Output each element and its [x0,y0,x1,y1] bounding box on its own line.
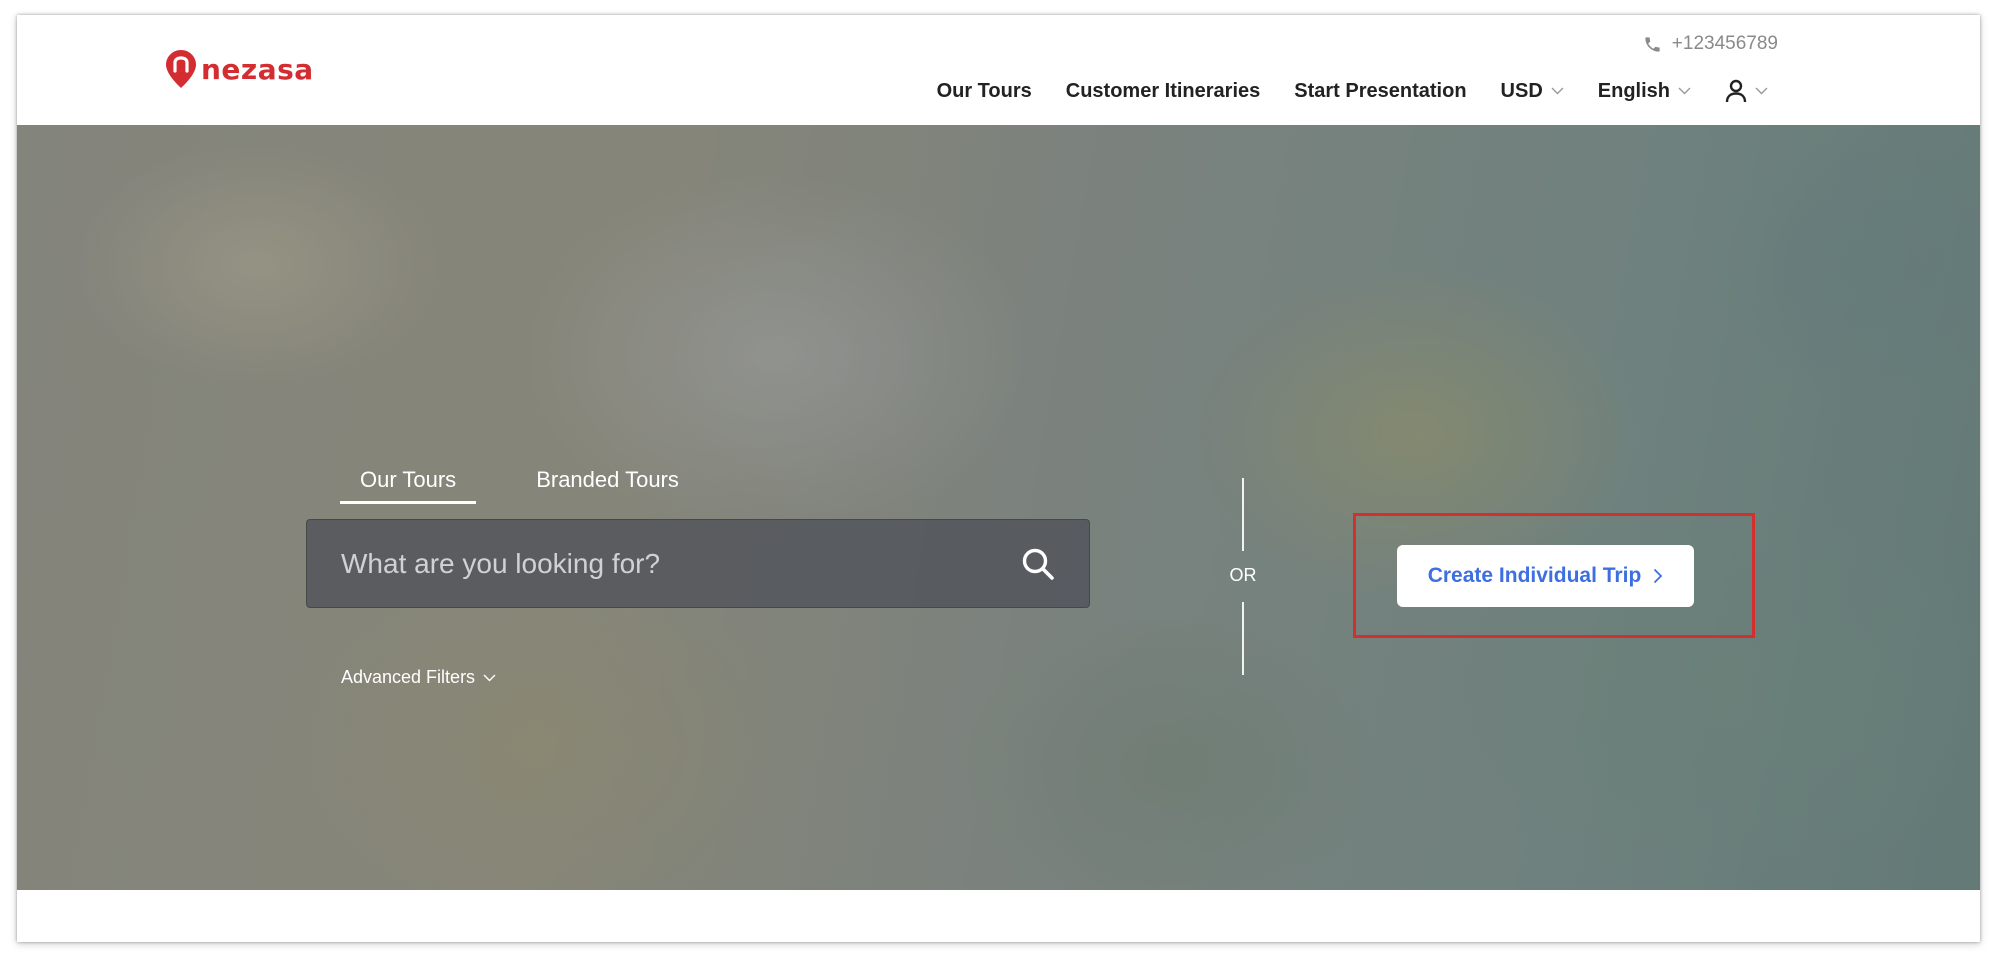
chevron-down-icon [483,674,496,681]
search-box [306,519,1090,608]
main-nav: Our Tours Customer Itineraries Start Pre… [937,79,1768,103]
phone-icon [1645,36,1660,52]
site-header: nezasa +123456789 Our Tours Customer Iti… [17,15,1980,125]
chevron-down-icon [1551,87,1564,95]
advanced-filters-label: Advanced Filters [341,667,476,687]
currency-label: USD [1500,79,1543,102]
tab-our-tours[interactable]: Our Tours [340,467,477,504]
chevron-down-icon [1755,87,1768,95]
nav-customer-itineraries[interactable]: Customer Itineraries [1066,80,1261,103]
logo-text: nezasa [201,52,314,86]
search-input[interactable] [307,520,1021,607]
user-menu[interactable] [1725,79,1768,103]
chevron-right-icon [1654,568,1663,584]
phone-contact[interactable]: +123456789 [1643,33,1778,55]
hero-section: Our Tours Branded Tours Advanced Filters… [17,125,1980,890]
site-logo[interactable]: nezasa [165,49,314,89]
advanced-filters-toggle[interactable]: Advanced Filters [341,667,496,688]
user-icon [1725,79,1747,103]
language-dropdown[interactable]: English [1598,80,1691,103]
cta-label: Create Individual Trip [1427,564,1642,587]
nav-start-presentation[interactable]: Start Presentation [1294,80,1466,103]
phone-number: +123456789 [1671,33,1778,54]
search-tabs: Our Tours Branded Tours [340,467,699,504]
divider-top [1242,478,1244,551]
divider-bottom [1242,602,1244,675]
currency-dropdown[interactable]: USD [1501,80,1564,103]
or-label: OR [1229,565,1257,585]
search-icon[interactable] [1021,547,1055,581]
logo-pin-icon [166,50,196,88]
chevron-down-icon [1678,87,1691,95]
browser-frame: nezasa +123456789 Our Tours Customer Iti… [17,15,1980,942]
tab-branded-tours[interactable]: Branded Tours [516,467,699,504]
nav-our-tours[interactable]: Our Tours [937,80,1032,103]
create-individual-trip-button[interactable]: Create Individual Trip [1397,545,1694,607]
language-label: English [1597,79,1670,102]
